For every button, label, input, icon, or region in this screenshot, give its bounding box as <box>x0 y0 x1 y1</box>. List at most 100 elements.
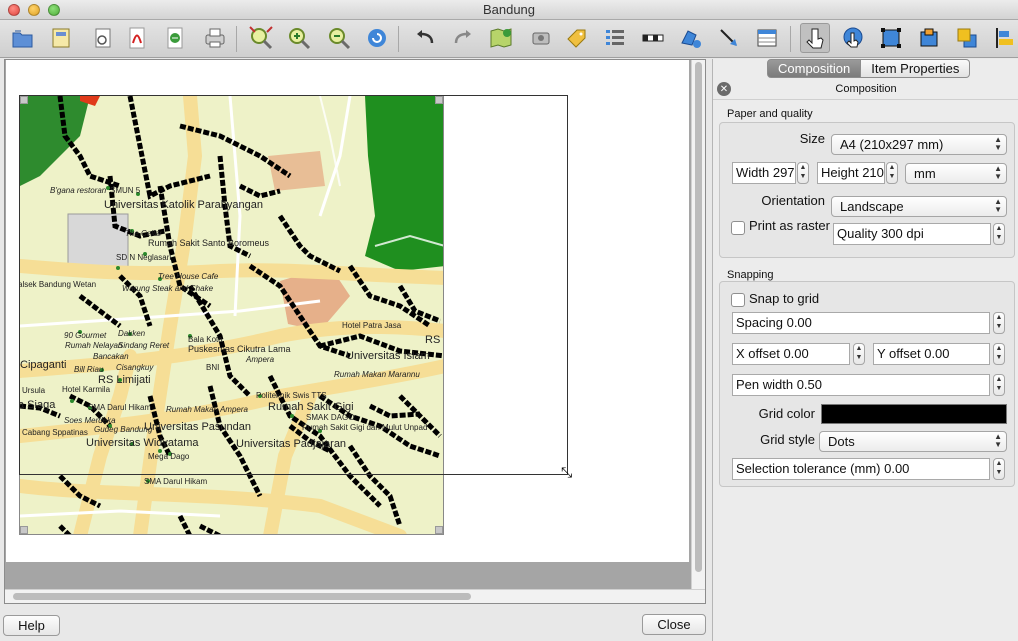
map-label: Ursula <box>22 386 46 395</box>
composer-toolbar <box>0 20 1018 58</box>
panel-tabs: Composition Item Properties <box>767 59 971 78</box>
quality-field[interactable]: Quality 300 dpi <box>833 223 991 245</box>
add-legend-icon[interactable] <box>600 23 630 53</box>
map-item[interactable]: B'gana restoran SMUN 5 Universitas Katol… <box>19 95 444 535</box>
orientation-label: Orientation <box>761 193 825 208</box>
snap-to-grid-checkbox[interactable] <box>731 293 745 307</box>
title-bar: Bandung <box>0 0 1018 20</box>
composer-canvas[interactable]: B'gana restoran SMUN 5 Universitas Katol… <box>4 59 706 604</box>
panel-title: Composition <box>835 83 897 95</box>
redo-icon[interactable] <box>448 23 478 53</box>
height-field[interactable]: Height 210 <box>817 162 885 184</box>
map-label: Rumah Makan Marannu <box>334 370 420 379</box>
raise-icon[interactable] <box>952 23 982 53</box>
align-icon[interactable] <box>990 23 1018 53</box>
width-field[interactable]: Width 297 <box>732 162 796 184</box>
add-image-icon[interactable] <box>526 23 556 53</box>
map-label: Rumah Sakit Santo Boromeus <box>148 238 270 248</box>
map-label: Rumah Sakit Gigi dan Mulut Unpad <box>302 423 428 432</box>
save-as-template-icon[interactable] <box>46 23 76 53</box>
y-offset-spinner[interactable]: ▲ ▼ <box>993 343 1005 365</box>
horizontal-scroll-thumb[interactable] <box>13 593 471 600</box>
panel-header: ✕ Composition <box>713 80 1018 100</box>
selection-handle[interactable] <box>20 526 28 534</box>
map-label: B'gana restoran <box>50 186 107 195</box>
close-button[interactable]: Close <box>642 614 706 635</box>
selection-handle[interactable] <box>435 526 443 534</box>
map-graphics <box>20 96 443 534</box>
map-label: alsek Bandung Wetan <box>19 280 97 289</box>
map-label: a Siaga <box>19 399 56 411</box>
width-spinner[interactable]: ▲ ▼ <box>797 162 809 184</box>
map-label: Universitas Katolik Parahyangan <box>104 199 263 211</box>
x-offset-field[interactable]: X offset 0.00 <box>732 343 850 365</box>
map-label: Bill Riau <box>74 365 104 374</box>
map-label: Cisangkuy <box>116 363 154 372</box>
add-label-icon[interactable] <box>562 23 592 53</box>
print-icon[interactable] <box>200 23 230 53</box>
print-preview-icon[interactable] <box>88 23 118 53</box>
pen-width-field[interactable]: Pen width 0.50 <box>732 374 990 396</box>
y-offset-field[interactable]: Y offset 0.00 <box>873 343 990 365</box>
window-title: Bandung <box>482 2 536 17</box>
add-shape-icon[interactable] <box>676 23 706 53</box>
grid-style-label: Grid style <box>760 432 815 447</box>
ungroup-icon[interactable] <box>914 23 944 53</box>
paper-size-select[interactable]: A4 (210x297 mm) ▲ ▼ <box>831 134 1007 155</box>
map-label: Bala Kota <box>188 335 223 344</box>
map-label: Puskesmas Cikutra Lama <box>188 344 291 354</box>
zoom-full-icon[interactable] <box>246 23 276 53</box>
map-label: Rumah Makan Ampera <box>166 405 248 414</box>
print-as-raster-label: Print as raster <box>749 218 830 233</box>
selection-tolerance-spinner[interactable]: ▲ ▼ <box>993 458 1005 480</box>
units-select[interactable]: mm ▲ ▼ <box>905 163 1007 184</box>
export-pdf-icon[interactable] <box>122 23 152 53</box>
spacing-spinner[interactable]: ▲ ▼ <box>993 312 1005 334</box>
map-label: The Cellar <box>125 229 162 238</box>
print-as-raster-checkbox[interactable] <box>731 221 745 235</box>
group-icon[interactable] <box>876 23 906 53</box>
vertical-scroll-thumb[interactable] <box>695 62 702 572</box>
map-label: SMAK DAGO <box>306 413 355 422</box>
map-label: Universitas Widyatama <box>86 437 199 449</box>
select-move-item-icon[interactable] <box>800 23 830 53</box>
add-scalebar-icon[interactable] <box>638 23 668 53</box>
spacing-field[interactable]: Spacing 0.00 <box>732 312 990 334</box>
map-label: Cabang Sppatinas <box>22 428 88 437</box>
orientation-select[interactable]: Landscape ▲ ▼ <box>831 196 1007 217</box>
undo-icon[interactable] <box>410 23 440 53</box>
pen-width-spinner[interactable]: ▲ ▼ <box>993 374 1005 396</box>
grid-color-swatch[interactable] <box>821 404 1007 424</box>
map-label: SD N Neglasari <box>116 253 172 262</box>
size-label: Size <box>799 131 825 146</box>
map-label: Bancakan <box>93 352 129 361</box>
export-svg-icon[interactable] <box>160 23 190 53</box>
selection-handle[interactable] <box>435 96 443 104</box>
horizontal-scrollbar[interactable] <box>5 589 705 603</box>
map-label: Rumah Nelayan <box>65 341 123 350</box>
resize-cursor-icon: ⤡ <box>561 464 573 480</box>
map-label: Tree House Cafe <box>158 272 219 281</box>
tab-composition[interactable]: Composition <box>767 59 862 78</box>
open-icon[interactable] <box>8 23 38 53</box>
add-arrow-icon[interactable] <box>714 23 744 53</box>
zoom-out-icon[interactable] <box>324 23 354 53</box>
add-map-icon[interactable] <box>486 23 516 53</box>
add-table-icon[interactable] <box>752 23 782 53</box>
quality-spinner[interactable]: ▲ ▼ <box>993 223 1005 245</box>
map-label: Warung Steak and Shake <box>122 284 214 293</box>
map-label: Soes Merdeka <box>64 416 116 425</box>
height-spinner[interactable]: ▲ ▼ <box>886 162 898 184</box>
selection-tolerance-field[interactable]: Selection tolerance (mm) 0.00 <box>732 458 990 480</box>
map-label: Universitas Pasundan <box>144 421 252 433</box>
selection-handle[interactable] <box>20 96 28 104</box>
x-offset-spinner[interactable]: ▲ ▼ <box>853 343 865 365</box>
move-item-content-icon[interactable] <box>838 23 868 53</box>
refresh-icon[interactable] <box>362 23 392 53</box>
help-button[interactable]: Help <box>3 615 60 636</box>
map-label: Universitas Islam <box>346 350 430 362</box>
zoom-in-icon[interactable] <box>284 23 314 53</box>
tab-item-properties[interactable]: Item Properties <box>861 59 971 78</box>
grid-style-select[interactable]: Dots ▲ ▼ <box>819 431 1007 452</box>
vertical-scrollbar[interactable] <box>691 60 705 590</box>
